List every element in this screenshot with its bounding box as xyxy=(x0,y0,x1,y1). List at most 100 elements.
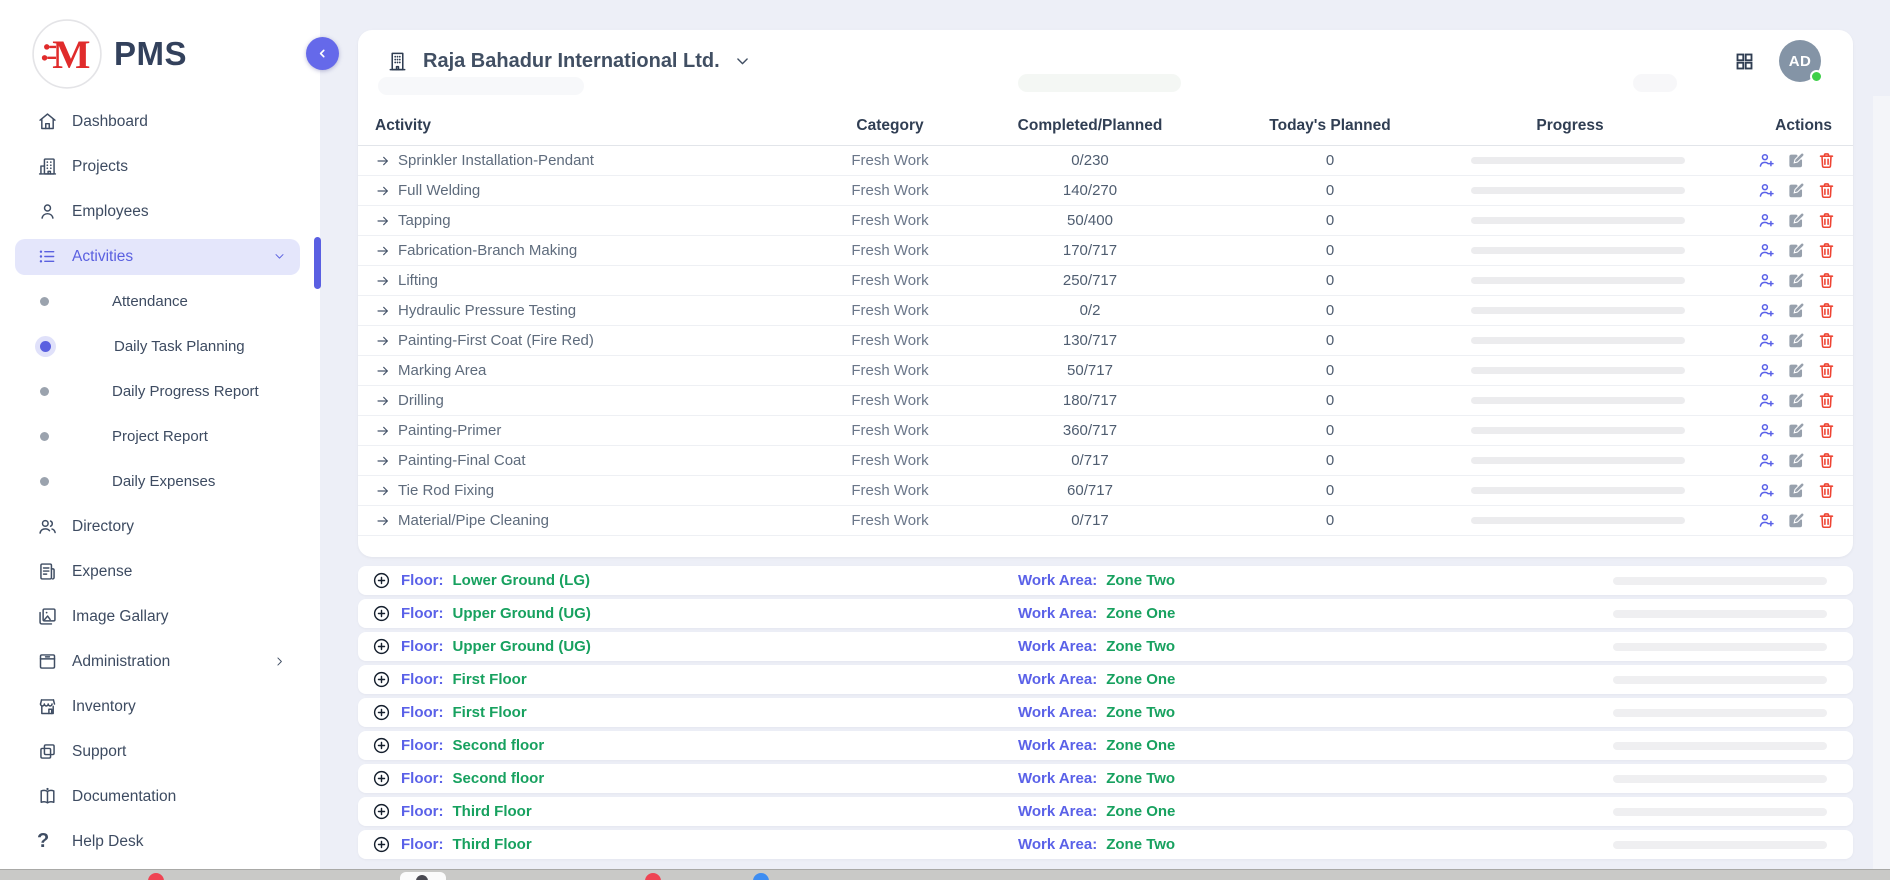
row-actions xyxy=(1685,181,1836,200)
edit-button[interactable] xyxy=(1787,511,1806,530)
delete-button[interactable] xyxy=(1817,421,1836,440)
delete-button[interactable] xyxy=(1817,271,1836,290)
dock-icon[interactable] xyxy=(753,873,769,880)
sidebar-item-help-desk[interactable]: ?Help Desk xyxy=(15,819,300,864)
activity-name-cell[interactable]: Painting-First Coat (Fire Red) xyxy=(375,332,805,349)
delete-button[interactable] xyxy=(1817,511,1836,530)
floor-label: Floor: xyxy=(401,737,444,754)
delete-button[interactable] xyxy=(1817,211,1836,230)
table-row: Material/Pipe CleaningFresh Work0/7170 xyxy=(358,506,1853,536)
assign-user-button[interactable] xyxy=(1757,151,1776,170)
assign-user-button[interactable] xyxy=(1757,391,1776,410)
page-scrollbar[interactable] xyxy=(1873,96,1890,869)
activity-name-cell[interactable]: Drilling xyxy=(375,392,805,409)
expand-plus-button[interactable] xyxy=(372,802,391,821)
expand-plus-button[interactable] xyxy=(372,604,391,623)
delete-button[interactable] xyxy=(1817,151,1836,170)
edit-button[interactable] xyxy=(1787,301,1806,320)
sidebar: M PMS DashboardProjectsEmployeesActiviti… xyxy=(0,0,320,869)
delete-button[interactable] xyxy=(1817,241,1836,260)
assign-user-button[interactable] xyxy=(1757,271,1776,290)
floor-label: Floor: xyxy=(401,803,444,820)
expand-plus-button[interactable] xyxy=(372,571,391,590)
sidebar-item-administration[interactable]: Administration xyxy=(15,639,300,684)
assign-user-button[interactable] xyxy=(1757,451,1776,470)
expand-plus-button[interactable] xyxy=(372,637,391,656)
sidebar-item-dashboard[interactable]: Dashboard xyxy=(15,99,300,144)
edit-button[interactable] xyxy=(1787,211,1806,230)
edit-button[interactable] xyxy=(1787,331,1806,350)
sidebar-item-expense[interactable]: Expense xyxy=(15,549,300,594)
delete-button[interactable] xyxy=(1817,331,1836,350)
sidebar-item-activities[interactable]: Activities xyxy=(15,239,300,275)
edit-button[interactable] xyxy=(1787,421,1806,440)
dock-icon[interactable] xyxy=(645,873,661,880)
delete-button[interactable] xyxy=(1817,181,1836,200)
sidebar-item-employees[interactable]: Employees xyxy=(15,189,300,234)
edit-button[interactable] xyxy=(1787,481,1806,500)
sidebar-subitem-daily-expenses[interactable]: Daily Expenses xyxy=(0,459,320,504)
edit-button[interactable] xyxy=(1787,241,1806,260)
edit-button[interactable] xyxy=(1787,451,1806,470)
sidebar-item-documentation[interactable]: Documentation xyxy=(15,774,300,819)
work-area-name: Zone One xyxy=(1106,803,1175,820)
expand-plus-button[interactable] xyxy=(372,769,391,788)
activity-name-cell[interactable]: Hydraulic Pressure Testing xyxy=(375,302,805,319)
assign-user-button[interactable] xyxy=(1757,511,1776,530)
activity-name-cell[interactable]: Lifting xyxy=(375,272,805,289)
edit-button[interactable] xyxy=(1787,361,1806,380)
sidebar-item-projects[interactable]: Projects xyxy=(15,144,300,189)
assign-user-button[interactable] xyxy=(1757,481,1776,500)
activity-name-cell[interactable]: Tie Rod Fixing xyxy=(375,482,805,499)
apps-grid-button[interactable] xyxy=(1734,51,1755,72)
delete-button[interactable] xyxy=(1817,301,1836,320)
chevron-down-icon[interactable] xyxy=(734,53,751,70)
work-area-label: Work Area: xyxy=(1018,836,1097,853)
expand-plus-button[interactable] xyxy=(372,703,391,722)
activity-name-cell[interactable]: Sprinkler Installation-Pendant xyxy=(375,152,805,169)
edit-button[interactable] xyxy=(1787,181,1806,200)
activity-name-cell[interactable]: Tapping xyxy=(375,212,805,229)
activity-name-cell[interactable]: Material/Pipe Cleaning xyxy=(375,512,805,529)
edit-button[interactable] xyxy=(1787,391,1806,410)
assign-user-button[interactable] xyxy=(1757,211,1776,230)
activity-name-cell[interactable]: Marking Area xyxy=(375,362,805,379)
assign-user-button[interactable] xyxy=(1757,301,1776,320)
edit-button[interactable] xyxy=(1787,271,1806,290)
activity-name-cell[interactable]: Full Welding xyxy=(375,182,805,199)
progress-bar-track xyxy=(1471,337,1685,344)
delete-button[interactable] xyxy=(1817,481,1836,500)
expand-plus-button[interactable] xyxy=(372,670,391,689)
delete-button[interactable] xyxy=(1817,451,1836,470)
sidebar-item-image-gallary[interactable]: Image Gallary xyxy=(15,594,300,639)
activity-name-cell[interactable]: Painting-Primer xyxy=(375,422,805,439)
arrow-right-icon xyxy=(375,513,391,529)
sidebar-item-support[interactable]: Support xyxy=(15,729,300,774)
sidebar-item-inventory[interactable]: Inventory xyxy=(15,684,300,729)
sidebar-subitem-daily-progress-report[interactable]: Daily Progress Report xyxy=(0,369,320,414)
assign-user-button[interactable] xyxy=(1757,181,1776,200)
avatar[interactable]: AD xyxy=(1779,40,1821,82)
receipt-icon xyxy=(37,561,58,582)
delete-button[interactable] xyxy=(1817,391,1836,410)
edit-button[interactable] xyxy=(1787,151,1806,170)
dock-icon[interactable] xyxy=(148,873,164,880)
sidebar-subitem-attendance[interactable]: Attendance xyxy=(0,279,320,324)
expand-plus-button[interactable] xyxy=(372,835,391,854)
sidebar-collapse-button[interactable] xyxy=(306,37,339,70)
assign-user-button[interactable] xyxy=(1757,331,1776,350)
row-actions xyxy=(1685,451,1836,470)
sidebar-subitem-daily-task-planning[interactable]: Daily Task Planning xyxy=(0,324,320,369)
expand-plus-button[interactable] xyxy=(372,736,391,755)
company-selector-label[interactable]: Raja Bahadur International Ltd. xyxy=(423,50,720,73)
delete-button[interactable] xyxy=(1817,361,1836,380)
sidebar-item-directory[interactable]: Directory xyxy=(15,504,300,549)
assign-user-button[interactable] xyxy=(1757,361,1776,380)
assign-user-button[interactable] xyxy=(1757,421,1776,440)
activity-name-cell[interactable]: Fabrication-Branch Making xyxy=(375,242,805,259)
category-cell: Fresh Work xyxy=(805,452,975,469)
dock-item[interactable] xyxy=(400,872,446,880)
assign-user-button[interactable] xyxy=(1757,241,1776,260)
sidebar-subitem-project-report[interactable]: Project Report xyxy=(0,414,320,459)
activity-name-cell[interactable]: Painting-Final Coat xyxy=(375,452,805,469)
